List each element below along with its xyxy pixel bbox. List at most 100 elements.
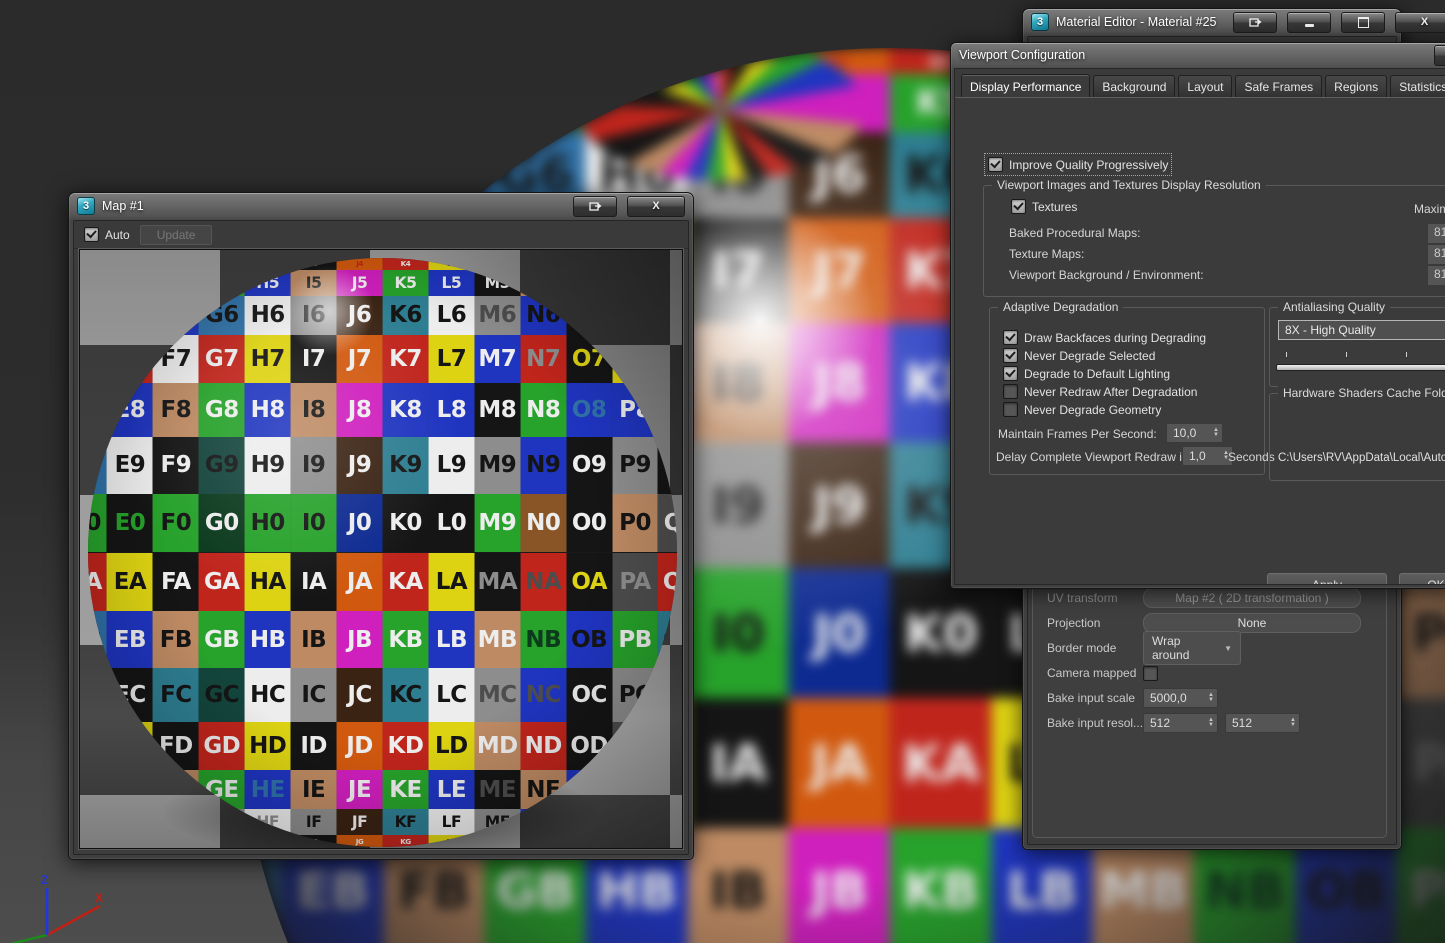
texture-cell-G5: G5	[484, 74, 586, 132]
texture-cell-DE: DE	[88, 770, 107, 810]
spinner-arrows-icon[interactable]: ▲ ▼	[1213, 427, 1219, 438]
checkbox-never-degrade-selected[interactable]: Never Degrade Selected	[1003, 348, 1155, 363]
antialiasing-combo[interactable]: 8X - High Quality	[1278, 320, 1445, 340]
tab-layout[interactable]: Layout	[1178, 75, 1233, 97]
resolution-group: Viewport Images and Textures Display Res…	[983, 178, 1445, 297]
auto-checkbox-box[interactable]	[84, 227, 99, 242]
viewport-config-titlebar[interactable]: Viewport Configuration	[951, 43, 1445, 67]
material-editor-titlebar[interactable]: 3 Material Editor - Material #25 X	[1023, 9, 1445, 35]
spinner-value: 5000,0	[1150, 691, 1187, 705]
texture-cell-Q8: Q8	[658, 382, 677, 437]
material-editor-title: Material Editor - Material #25	[1056, 15, 1217, 29]
projection-button[interactable]: None	[1143, 613, 1361, 633]
checkbox-never-redraw-after-degradation[interactable]: Never Redraw After Degradation	[1003, 384, 1197, 399]
float-icon	[1249, 17, 1262, 27]
checkbox-box[interactable]	[1143, 665, 1158, 681]
checkbox-box[interactable]	[1003, 402, 1018, 417]
texture-cell-N4: N4	[520, 258, 567, 270]
fps-value: 10,0	[1173, 426, 1197, 440]
material-row-bake-input-resol: Bake input resol... 512 ▲ ▼ 512 ▲ ▼	[1033, 711, 1386, 735]
texture-cell-D6: D6	[88, 295, 107, 335]
minimize-icon	[1304, 23, 1314, 27]
textures-checkbox-box[interactable]	[1011, 199, 1026, 214]
cache-folder-path: C:\Users\RV\AppData\Local\Autode	[1278, 452, 1445, 464]
improve-quality-checkbox-box[interactable]	[988, 157, 1003, 172]
texture-cell-EG: EG	[106, 835, 153, 847]
checkbox-draw-backfaces-during-degrading[interactable]: Draw Backfaces during Degrading	[1003, 330, 1206, 345]
float-window-button[interactable]	[573, 195, 617, 217]
checkbox-box[interactable]	[1003, 366, 1018, 381]
sphere-shading-overlay	[88, 258, 677, 847]
tab-display-performance[interactable]: Display Performance	[961, 74, 1091, 97]
tab-background[interactable]: Background	[1093, 75, 1176, 97]
auto-checkbox[interactable]: Auto	[84, 227, 130, 242]
float-window-button[interactable]	[1233, 11, 1278, 33]
bake-input-scale-spinner[interactable]: 5000,0 ▲ ▼	[1143, 688, 1218, 708]
close-button[interactable]: X	[627, 195, 685, 217]
map-window-titlebar[interactable]: 3 Map #1 X	[69, 193, 693, 219]
antialiasing-slider[interactable]	[1276, 364, 1445, 371]
texture-cell-OG: OG	[566, 835, 613, 847]
close-icon: X	[652, 200, 660, 212]
texture-cell-OF: OF	[566, 809, 613, 836]
apply-button[interactable]: Apply	[1267, 573, 1387, 584]
resolution-value-field[interactable]: 8192	[1427, 223, 1445, 244]
texture-cell-MG: MG	[474, 835, 521, 847]
resolution-value-field[interactable]: 8192	[1427, 265, 1445, 286]
texture-cell-O4: O4	[566, 258, 613, 270]
spinner-arrows-icon[interactable]: ▲ ▼	[1208, 692, 1214, 703]
material-row-label: Border mode	[1047, 641, 1117, 655]
texture-cell-G5: G5	[198, 269, 245, 296]
checkbox-box[interactable]	[1003, 330, 1018, 345]
bake-input-resol-spinner-2[interactable]: 512 ▲ ▼	[1225, 713, 1300, 733]
checkbox-box[interactable]	[1003, 384, 1018, 399]
tab-statistics[interactable]: Statistics	[1390, 75, 1445, 97]
checkbox-degrade-to-default-lighting[interactable]: Degrade to Default Lighting	[1003, 366, 1170, 381]
spinner-value: 512	[1232, 716, 1253, 730]
tab-divider	[955, 97, 1445, 98]
tab-safe-frames[interactable]: Safe Frames	[1235, 75, 1323, 97]
texture-cell-Q6: Q6	[658, 295, 677, 335]
uv-transform-button[interactable]: Map #2 ( 2D transformation )	[1143, 588, 1361, 608]
viewport-config-title: Viewport Configuration	[959, 48, 1086, 62]
checkbox-never-degrade-geometry[interactable]: Never Degrade Geometry	[1003, 402, 1161, 417]
fps-spinner[interactable]: 10,0 ▲ ▼	[1166, 423, 1223, 443]
ok-button[interactable]: OK	[1399, 573, 1445, 584]
resolution-value-field[interactable]: 8192	[1427, 244, 1445, 265]
camera-mapped-checkbox[interactable]	[1143, 665, 1158, 681]
material-row-camera-mapped: Camera mapped	[1033, 661, 1386, 685]
checkbox-box[interactable]	[1003, 348, 1018, 363]
resolution-row-label: Viewport Background / Environment:	[1009, 268, 1204, 282]
texture-cell-H4: H4	[244, 258, 291, 270]
texture-cell-NG: NG	[520, 835, 567, 847]
dropdown-value: Wrap around	[1152, 634, 1190, 662]
texture-cell-E6: E6	[106, 295, 153, 335]
textured-sphere: D4E4F4G4H4I4J4K4L4M4N4O4P4Q4D5E5F5G5H5I5…	[88, 258, 677, 847]
textures-checkbox[interactable]: Textures	[1011, 199, 1077, 214]
update-button[interactable]: Update	[139, 224, 213, 245]
minimize-button[interactable]	[1287, 11, 1332, 33]
border-mode-dropdown[interactable]: Wrap around ▼	[1143, 631, 1241, 665]
close-button[interactable]: X	[1395, 11, 1445, 33]
maximize-button[interactable]	[1341, 11, 1386, 33]
texture-cell-D8: D8	[88, 382, 107, 437]
texture-cell-E5: E5	[106, 269, 153, 296]
render-viewport[interactable]: D4E4F4G4H4I4J4K4L4M4N4O4P4Q4D5E5F5G5H5I5…	[78, 248, 684, 850]
texture-cell-FG: FG	[152, 835, 199, 847]
viewport-configuration-dialog: Viewport Configuration Display Performan…	[950, 42, 1445, 589]
texture-cell-DD: DD	[88, 722, 107, 771]
texture-cell-G4: G4	[484, 48, 586, 75]
material-row-label: Bake input scale	[1047, 691, 1136, 705]
tab-regions[interactable]: Regions	[1325, 75, 1388, 97]
texture-cell-O5: O5	[566, 269, 613, 296]
delay-spinner[interactable]: 1,0 ▲ ▼	[1182, 446, 1233, 466]
float-window-button[interactable]	[1434, 44, 1445, 66]
spinner-arrows-icon[interactable]: ▲ ▼	[1208, 717, 1214, 728]
texture-cell-E4: E4	[106, 258, 153, 270]
spinner-arrows-icon[interactable]: ▲ ▼	[1290, 717, 1296, 728]
map-window-title: Map #1	[102, 199, 144, 213]
3dsmax-app-icon: 3	[1031, 13, 1049, 31]
bake-input-resol-spinner[interactable]: 512 ▲ ▼	[1143, 713, 1218, 733]
resolution-row-label: Texture Maps:	[1009, 247, 1085, 261]
improve-quality-checkbox[interactable]: Improve Quality Progressively	[983, 153, 1173, 176]
